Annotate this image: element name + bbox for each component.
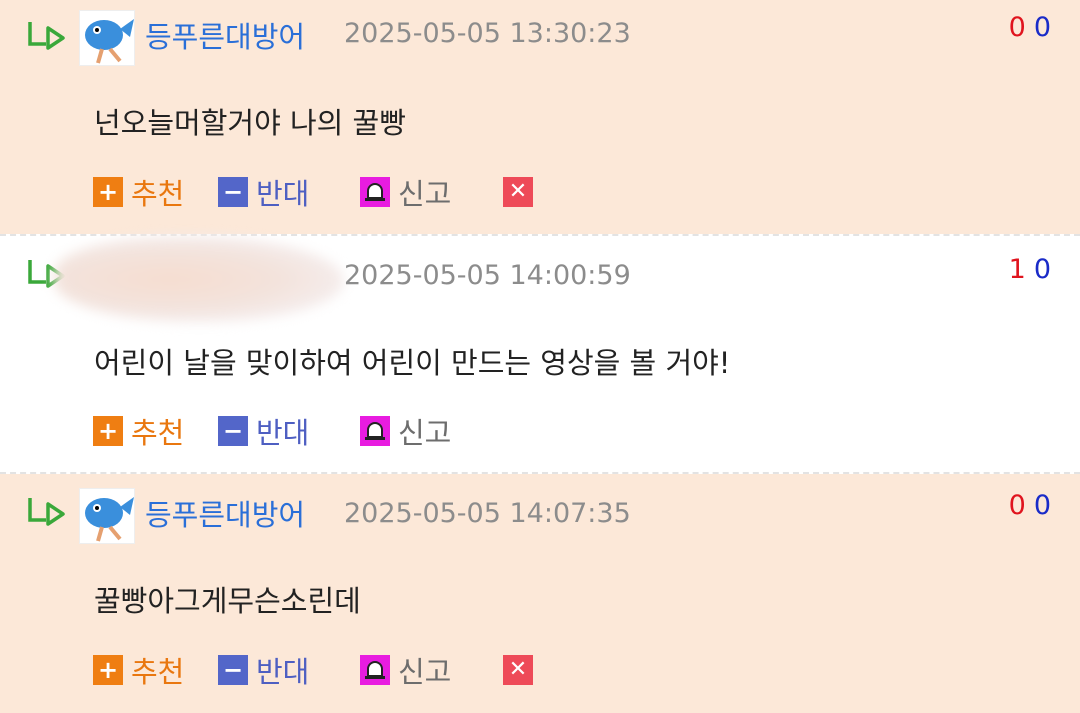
vote-counts: 00 — [1009, 12, 1051, 43]
plus-icon: + — [93, 655, 123, 685]
comment-date: 2025-05-05 14:07:35 — [344, 498, 631, 529]
plus-icon: + — [93, 416, 123, 446]
recommend-button[interactable]: + 추천 — [93, 411, 184, 451]
plus-icon: + — [93, 177, 123, 207]
vote-counts: 10 — [1009, 254, 1051, 285]
blurred-nickname — [54, 236, 344, 322]
report-label: 신고 — [398, 655, 452, 689]
delete-button[interactable]: ✕ — [503, 650, 533, 690]
avatar[interactable] — [79, 488, 135, 544]
upvote-count: 1 — [1008, 254, 1026, 285]
comment-item: 2025-05-05 14:00:59 10 어린이 날을 맞이하여 어린이 만… — [0, 234, 1080, 474]
delete-button[interactable]: ✕ — [503, 172, 533, 212]
recommend-label: 추천 — [131, 655, 185, 689]
nickname[interactable]: 등푸른대방어 — [145, 492, 305, 534]
oppose-button[interactable]: − 반대 — [218, 650, 309, 690]
report-label: 신고 — [398, 177, 452, 211]
upvote-count: 0 — [1008, 12, 1026, 43]
comment-text: 꿀빵아그게무슨소린데 — [94, 584, 361, 618]
comment-item: 등푸른대방어 2025-05-05 14:07:35 00 꿀빵아그게무슨소린데… — [0, 474, 1080, 713]
oppose-label: 반대 — [256, 177, 310, 211]
report-button[interactable]: 신고 — [360, 411, 451, 451]
nickname[interactable]: 등푸른대방어 — [145, 14, 305, 56]
comment-text: 어린이 날을 맞이하여 어린이 만드는 영상을 볼 거야! — [94, 346, 731, 380]
recommend-button[interactable]: + 추천 — [93, 650, 184, 690]
siren-icon — [360, 655, 390, 685]
report-button[interactable]: 신고 — [360, 172, 451, 212]
minus-icon: − — [218, 416, 248, 446]
avatar[interactable] — [79, 10, 135, 66]
recommend-label: 추천 — [131, 177, 185, 211]
downvote-count: 0 — [1033, 254, 1051, 285]
recommend-label: 추천 — [131, 416, 185, 450]
upvote-count: 0 — [1008, 490, 1026, 521]
oppose-label: 반대 — [256, 655, 310, 689]
oppose-button[interactable]: − 반대 — [218, 411, 309, 451]
comment-actions: + 추천 − 반대 신고 ✕ — [0, 172, 1080, 212]
siren-icon — [360, 416, 390, 446]
siren-icon — [360, 177, 390, 207]
oppose-label: 반대 — [256, 416, 310, 450]
recommend-button[interactable]: + 추천 — [93, 172, 184, 212]
fish-mascot-icon — [85, 497, 134, 542]
comment-date: 2025-05-05 14:00:59 — [344, 260, 631, 291]
reply-arrow-icon — [28, 498, 65, 526]
vote-counts: 00 — [1009, 490, 1051, 521]
downvote-count: 0 — [1033, 490, 1051, 521]
comment-item: 등푸른대방어 2025-05-05 13:30:23 00 넌오늘머할거야 나의… — [0, 0, 1080, 234]
fish-mascot-icon — [85, 19, 134, 64]
comment-text: 넌오늘머할거야 나의 꿀빵 — [94, 106, 406, 140]
comment-actions: + 추천 − 반대 신고 — [0, 411, 1080, 451]
close-icon: ✕ — [503, 177, 533, 207]
comment-date: 2025-05-05 13:30:23 — [344, 18, 631, 49]
reply-arrow-icon — [28, 22, 65, 50]
comment-actions: + 추천 − 반대 신고 ✕ — [0, 650, 1080, 690]
minus-icon: − — [218, 655, 248, 685]
downvote-count: 0 — [1033, 12, 1051, 43]
oppose-button[interactable]: − 반대 — [218, 172, 309, 212]
report-button[interactable]: 신고 — [360, 650, 451, 690]
minus-icon: − — [218, 177, 248, 207]
close-icon: ✕ — [503, 655, 533, 685]
report-label: 신고 — [398, 416, 452, 450]
